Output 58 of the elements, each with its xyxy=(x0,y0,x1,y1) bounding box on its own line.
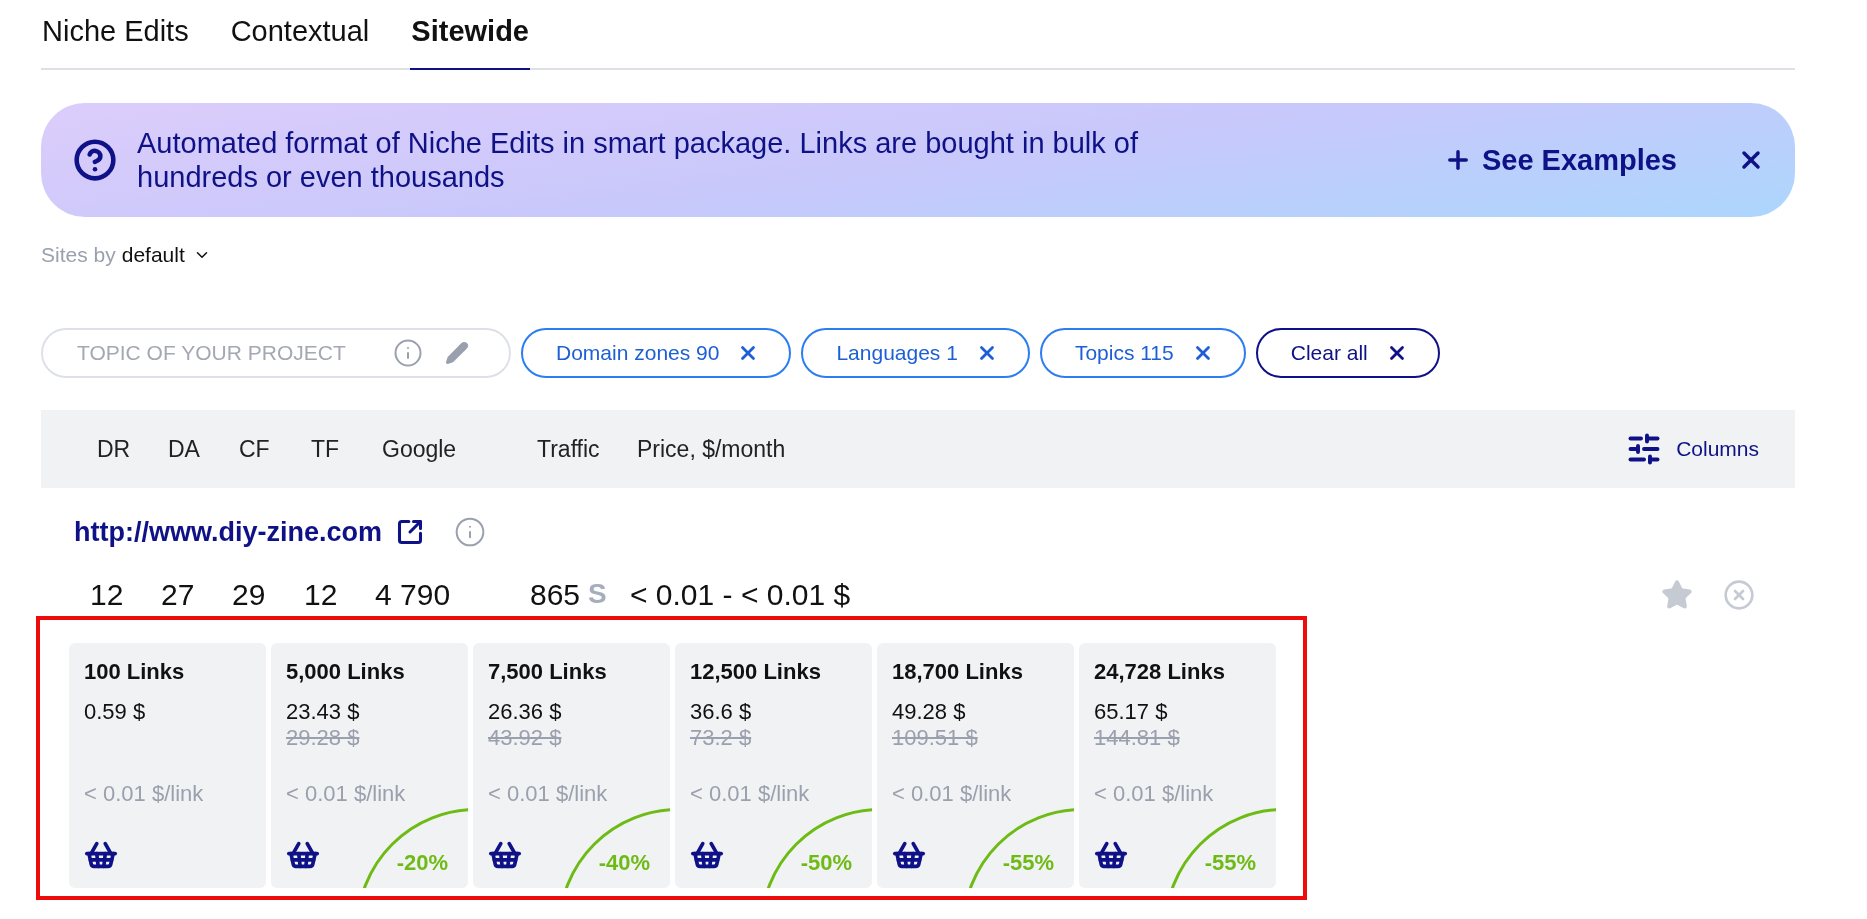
discount-label: -55% xyxy=(1002,850,1054,876)
sort-label: Sites by xyxy=(41,243,116,267)
package-links: 5,000 Links xyxy=(286,659,406,685)
column-header: Traffic xyxy=(537,435,601,463)
package-links: 100 Links xyxy=(84,659,186,685)
package-links: 7,500 Links xyxy=(488,659,608,685)
site-link[interactable]: http://www.diy-zine.com xyxy=(74,516,382,548)
package-links: 24,728 Links xyxy=(1094,659,1226,685)
clear-all-button[interactable]: Clear all xyxy=(1255,328,1440,378)
info-icon xyxy=(454,516,486,548)
external-link-icon[interactable] xyxy=(396,518,424,546)
old-price: 73.2 $ xyxy=(690,725,753,751)
sort-dropdown[interactable]: default xyxy=(121,243,211,267)
package-price: 26.36 $ xyxy=(488,699,563,725)
traffic-source-mark: S xyxy=(588,578,607,610)
discount-label: -50% xyxy=(800,850,852,876)
table-cell-text: 12 xyxy=(90,578,125,612)
table-cell-text: 4 790 xyxy=(375,578,452,612)
discount-label: -20% xyxy=(396,850,448,876)
edit-icon[interactable] xyxy=(445,341,469,365)
column-header: DR xyxy=(97,435,132,463)
filter-chip[interactable]: Languages 1 xyxy=(801,328,1030,378)
column-header: CF xyxy=(239,435,271,463)
filter-chip[interactable]: Domain zones 90 xyxy=(521,328,792,378)
info-icon xyxy=(393,338,423,368)
package-price: 23.43 $ xyxy=(286,699,361,725)
old-price: 109.51 $ xyxy=(892,725,979,751)
topic-field[interactable]: TOPIC OF YOUR PROJECT xyxy=(41,328,511,378)
table-cell-text: 29 xyxy=(232,578,267,612)
table-cell: 865 xyxy=(530,578,581,612)
discount-label: -40% xyxy=(598,850,650,876)
package-links: 18,700 Links xyxy=(892,659,1024,685)
tab[interactable]: Sitewide xyxy=(410,0,530,70)
filter-chip[interactable]: Topics 115 xyxy=(1039,328,1246,378)
help-icon xyxy=(73,138,117,182)
topic-input[interactable]: TOPIC OF YOUR PROJECT xyxy=(75,340,379,366)
discount-label: -55% xyxy=(1204,850,1256,876)
column-header: TF xyxy=(311,435,341,463)
column-header: DA xyxy=(168,435,201,463)
table-cell: < 0.01 - < 0.01 $ xyxy=(630,578,851,612)
column-header: Google xyxy=(382,435,458,463)
tab[interactable]: Contextual xyxy=(229,0,371,70)
tab[interactable]: Niche Edits xyxy=(41,0,190,70)
old-price: 43.92 $ xyxy=(488,725,563,751)
package-links: 12,500 Links xyxy=(690,659,822,685)
star-icon[interactable] xyxy=(1661,579,1693,611)
package-price: 0.59 $ xyxy=(84,699,147,725)
package-price: 65.17 $ xyxy=(1094,699,1169,725)
see-examples-button[interactable]: See Examples xyxy=(1443,143,1677,177)
column-header: Price, $/month xyxy=(637,435,786,463)
package-price: 36.6 $ xyxy=(690,699,753,725)
banner-text: Automated format of Niche Edits in smart package. Links are bought in bulk of hundreds or even thousands xyxy=(137,126,1140,194)
table-cell-text: 27 xyxy=(161,578,196,612)
old-price: 29.28 $ xyxy=(286,725,361,751)
table-cell-text: 12 xyxy=(304,578,339,612)
package-price: 49.28 $ xyxy=(892,699,967,725)
old-price: 144.81 $ xyxy=(1094,725,1181,751)
columns-button[interactable]: Columns xyxy=(1620,430,1765,468)
